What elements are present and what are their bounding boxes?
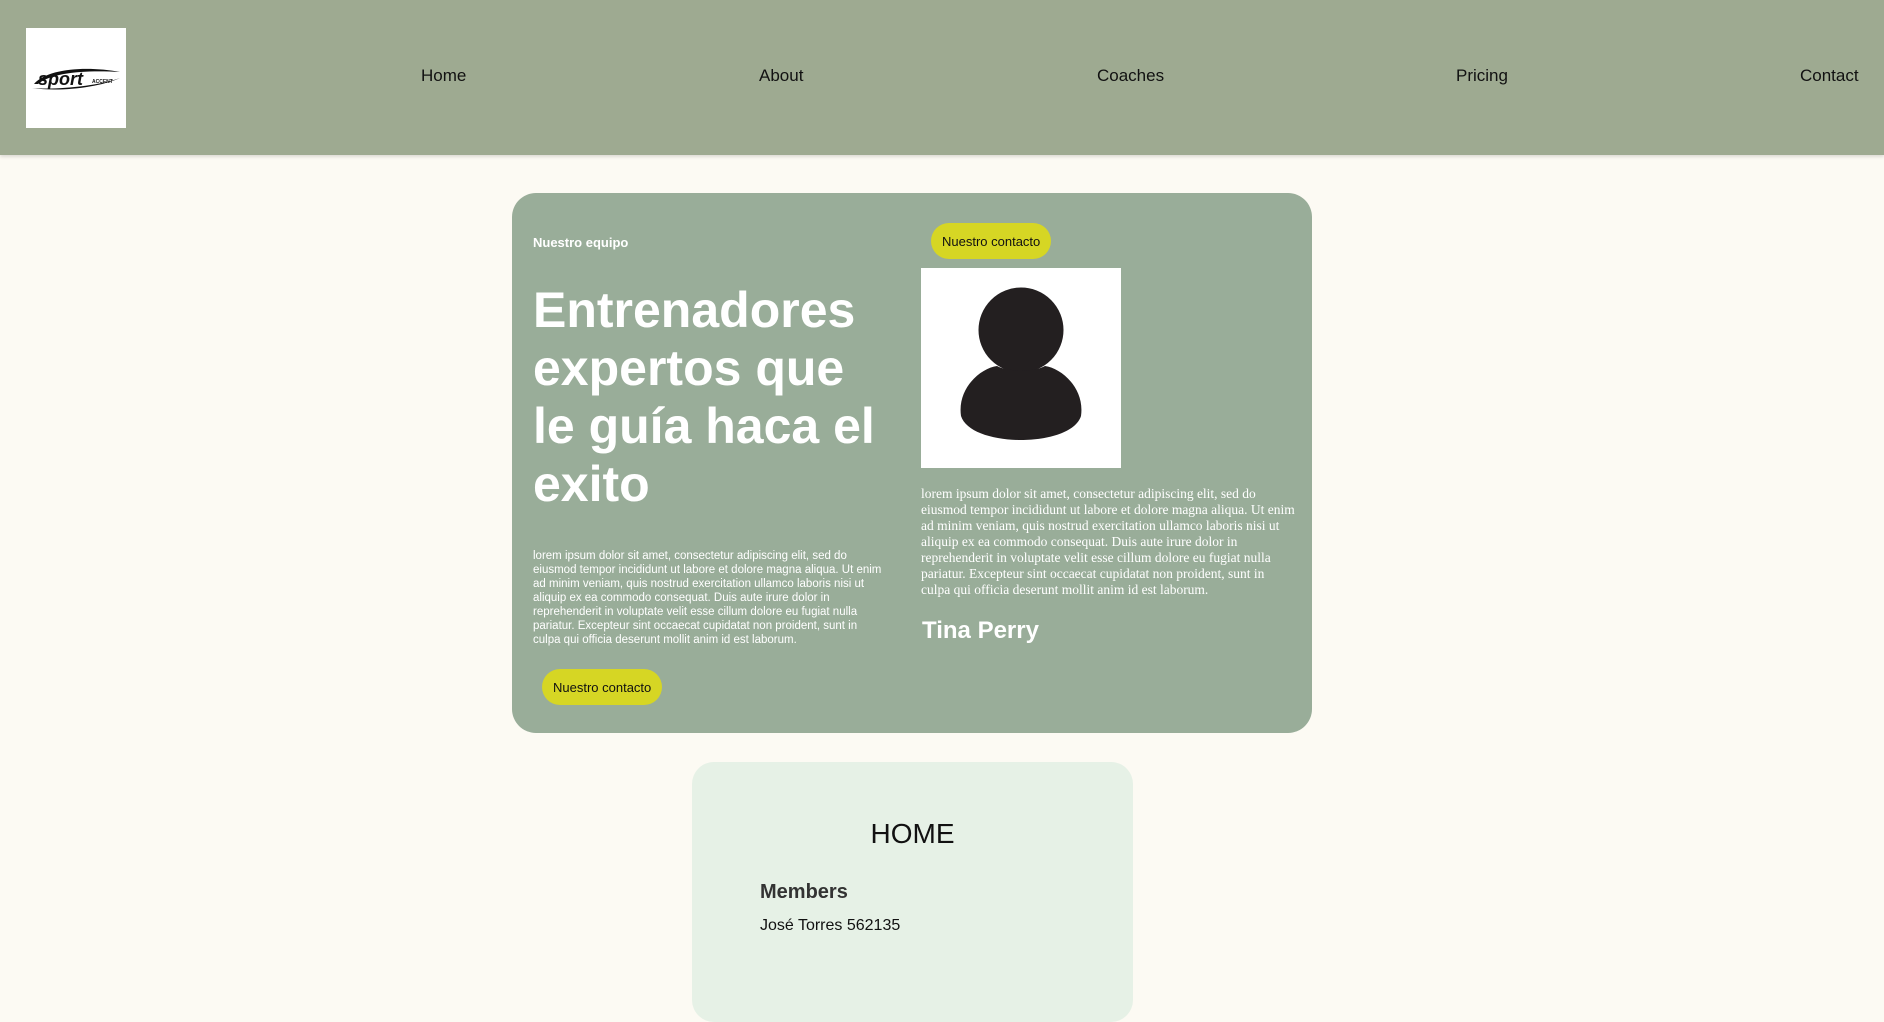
home-card: HOME Members José Torres 562135: [692, 762, 1133, 1022]
nav-home[interactable]: Home: [421, 66, 466, 86]
hero-title: Entrenadores expertos que le guía haca e…: [533, 282, 875, 512]
member-list-item: José Torres 562135: [760, 917, 901, 934]
coach-name: Tina Perry: [922, 617, 1039, 644]
members-heading: Members: [760, 881, 848, 903]
nav-contact[interactable]: Contact: [1800, 66, 1859, 86]
hero-card: Nuestro equipo Entrenadores expertos que…: [512, 193, 1312, 733]
logo[interactable]: sport ACCENT: [26, 28, 126, 128]
home-card-title: HOME: [870, 818, 955, 849]
user-avatar-icon: [960, 284, 1082, 440]
site-header: sport ACCENT Home About Coaches Pricing …: [0, 0, 1884, 155]
coach-description: lorem ipsum dolor sit amet, consectetur …: [921, 486, 1295, 597]
coach-avatar: [921, 268, 1121, 468]
hero-contact-button[interactable]: Nuestro contacto: [542, 669, 663, 705]
sport-logo-icon: sport ACCENT: [32, 68, 120, 90]
svg-text:ACCENT: ACCENT: [92, 79, 113, 85]
hero-eyebrow: Nuestro equipo: [533, 235, 629, 250]
nav-coaches[interactable]: Coaches: [1097, 66, 1164, 86]
nav-pricing[interactable]: Pricing: [1456, 66, 1508, 86]
svg-text:sport: sport: [38, 69, 84, 89]
hero-description: lorem ipsum dolor sit amet, consectetur …: [533, 550, 882, 646]
nav-about[interactable]: About: [759, 66, 803, 86]
coach-contact-button[interactable]: Nuestro contacto: [931, 223, 1052, 259]
